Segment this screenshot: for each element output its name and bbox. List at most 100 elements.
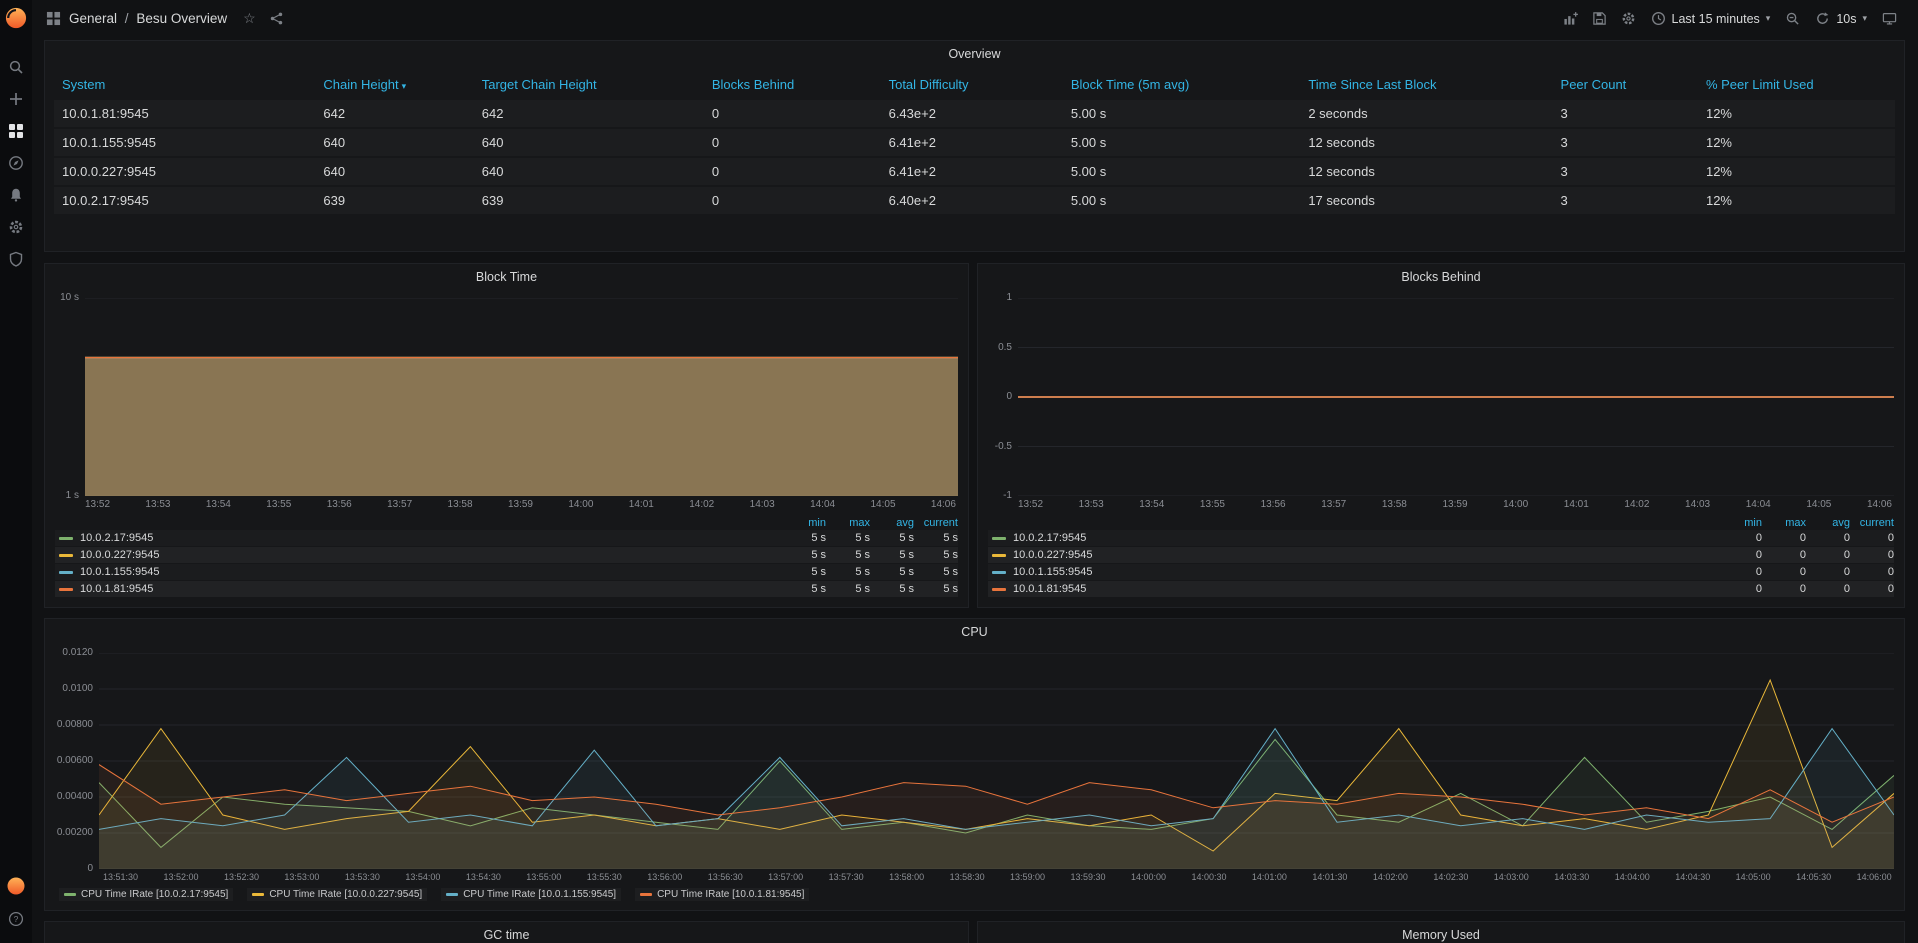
help-icon[interactable]: ?: [8, 911, 24, 927]
admin-shield-icon[interactable]: [8, 251, 24, 267]
legend-value: 5 s: [914, 532, 958, 544]
memory-used-panel: Memory Used: [977, 921, 1905, 943]
cycle-view-icon[interactable]: [1882, 11, 1897, 26]
table-row: 10.0.1.155:954564064006.41e+25.00 s12 se…: [54, 129, 1895, 156]
x-axis-tick: 13:55: [1200, 499, 1225, 512]
plot-area[interactable]: [85, 298, 958, 496]
panel-title[interactable]: Blocks Behind: [978, 264, 1904, 290]
series-color-swatch: [640, 893, 652, 896]
navbar-controls: Last 15 minutes ▾ 10s ▾: [1556, 7, 1904, 30]
column-header[interactable]: Peer Count: [1553, 71, 1698, 98]
time-range-picker[interactable]: Last 15 minutes ▾: [1643, 7, 1779, 30]
chart-area: 10.50-0.5-1: [978, 290, 1904, 496]
plot-area[interactable]: [99, 653, 1894, 869]
legend-value: 5 s: [782, 583, 826, 595]
legend-value: 5 s: [826, 549, 870, 561]
legend-column-header[interactable]: max: [826, 517, 870, 529]
panel-title[interactable]: Memory Used: [978, 922, 1904, 943]
table-cell: 640: [315, 158, 473, 185]
column-header[interactable]: Blocks Behind: [704, 71, 881, 98]
dashboard-content: Overview SystemChain Height▾Target Chain…: [32, 37, 1918, 943]
panel-title[interactable]: GC time: [45, 922, 968, 943]
panel-title[interactable]: Block Time: [45, 264, 968, 290]
share-icon[interactable]: [269, 11, 284, 26]
column-header[interactable]: Total Difficulty: [881, 71, 1063, 98]
x-axis-tick: 14:02:00: [1373, 872, 1408, 885]
legend-column-header[interactable]: min: [782, 517, 826, 529]
column-header[interactable]: System: [54, 71, 315, 98]
table-cell: 0: [704, 129, 881, 156]
legend-column-header[interactable]: current: [914, 517, 958, 529]
user-avatar[interactable]: [7, 877, 25, 895]
refresh-picker[interactable]: 10s ▾: [1807, 7, 1875, 30]
star-icon[interactable]: ☆: [243, 10, 256, 27]
legend-value: 5 s: [914, 566, 958, 578]
legend-column-header[interactable]: current: [1850, 517, 1894, 529]
legend-row[interactable]: 10.0.1.155:95450000: [988, 564, 1894, 580]
configuration-gear-icon[interactable]: [8, 219, 24, 235]
legend-row[interactable]: 10.0.2.17:95450000: [988, 530, 1894, 546]
legend-value: 5 s: [914, 549, 958, 561]
series-color-swatch: [992, 588, 1006, 591]
add-panel-icon[interactable]: [1563, 11, 1578, 26]
x-axis-tick: 14:00: [568, 499, 593, 512]
breadcrumb[interactable]: General / Besu Overview: [69, 11, 227, 26]
legend-item[interactable]: CPU Time IRate [10.0.1.81:9545]: [635, 888, 809, 901]
explore-compass-icon[interactable]: [8, 155, 24, 171]
dashboards-icon[interactable]: [8, 123, 24, 139]
plot-area[interactable]: [1018, 298, 1894, 496]
block_time-plot-svg: [85, 298, 958, 496]
y-axis: 0.01200.01000.008000.006000.004000.00200…: [51, 653, 99, 869]
y-axis-tick: -0.5: [995, 442, 1012, 452]
legend-row[interactable]: 10.0.1.155:95455 s5 s5 s5 s: [55, 564, 958, 580]
column-header[interactable]: % Peer Limit Used: [1698, 71, 1895, 98]
legend-series-name: 10.0.1.155:9545: [1013, 566, 1718, 578]
legend-item[interactable]: CPU Time IRate [10.0.2.17:9545]: [59, 888, 233, 901]
legend-row[interactable]: 10.0.1.81:95450000: [988, 581, 1894, 597]
legend-row[interactable]: 10.0.0.227:95450000: [988, 547, 1894, 563]
legend-value: 5 s: [870, 532, 914, 544]
panel-title[interactable]: Overview: [45, 41, 1904, 67]
column-header[interactable]: Chain Height▾: [315, 71, 473, 98]
legend: minmaxavgcurrent 10.0.2.17:9545000010.0.…: [978, 512, 1904, 597]
x-axis-tick: 13:59:30: [1071, 872, 1106, 885]
breadcrumb-dashboard-title[interactable]: Besu Overview: [136, 11, 227, 26]
zoom-out-icon[interactable]: [1785, 11, 1800, 26]
x-axis-tick: 13:58: [1382, 499, 1407, 512]
clock-icon: [1651, 11, 1666, 26]
legend-column-header[interactable]: avg: [1806, 517, 1850, 529]
save-dashboard-icon[interactable]: [1592, 11, 1607, 26]
legend-row[interactable]: 10.0.2.17:95455 s5 s5 s5 s: [55, 530, 958, 546]
column-header[interactable]: Block Time (5m avg): [1063, 71, 1300, 98]
breadcrumb-folder[interactable]: General: [69, 11, 117, 26]
legend-value: 0: [1806, 549, 1850, 561]
legend-column-header[interactable]: max: [1762, 517, 1806, 529]
alerting-bell-icon[interactable]: [8, 187, 24, 203]
legend-item[interactable]: CPU Time IRate [10.0.0.227:9545]: [247, 888, 427, 901]
refresh-icon: [1815, 11, 1830, 26]
create-plus-icon[interactable]: [8, 91, 24, 107]
x-axis-tick: 14:05:00: [1736, 872, 1771, 885]
y-axis-tick: 10 s: [60, 293, 79, 303]
block-time-panel: Block Time 10 s1 s 13:5213:5313:5413:551…: [44, 263, 969, 608]
legend-item[interactable]: CPU Time IRate [10.0.1.155:9545]: [441, 888, 621, 901]
legend-row[interactable]: 10.0.0.227:95455 s5 s5 s5 s: [55, 547, 958, 563]
table-row: 10.0.1.81:954564264206.43e+25.00 s2 seco…: [54, 100, 1895, 127]
column-header-label: Blocks Behind: [712, 77, 794, 92]
legend-column-header[interactable]: min: [1718, 517, 1762, 529]
x-axis-tick: 14:02:30: [1433, 872, 1468, 885]
dashboard-settings-icon[interactable]: [1621, 11, 1636, 26]
legend-value: 5 s: [870, 566, 914, 578]
column-header[interactable]: Time Since Last Block: [1300, 71, 1552, 98]
legend-column-header[interactable]: avg: [870, 517, 914, 529]
panel-title[interactable]: CPU: [45, 619, 1904, 645]
search-icon[interactable]: [8, 59, 24, 75]
column-header[interactable]: Target Chain Height: [474, 71, 704, 98]
x-axis-tick: 13:59: [508, 499, 533, 512]
x-axis-tick: 14:01:30: [1312, 872, 1347, 885]
series-color-swatch: [992, 571, 1006, 574]
grafana-logo[interactable]: [5, 7, 27, 29]
legend-row[interactable]: 10.0.1.81:95455 s5 s5 s5 s: [55, 581, 958, 597]
chart-area: 10 s1 s: [45, 290, 968, 496]
table-cell: 10.0.1.81:9545: [54, 100, 315, 127]
